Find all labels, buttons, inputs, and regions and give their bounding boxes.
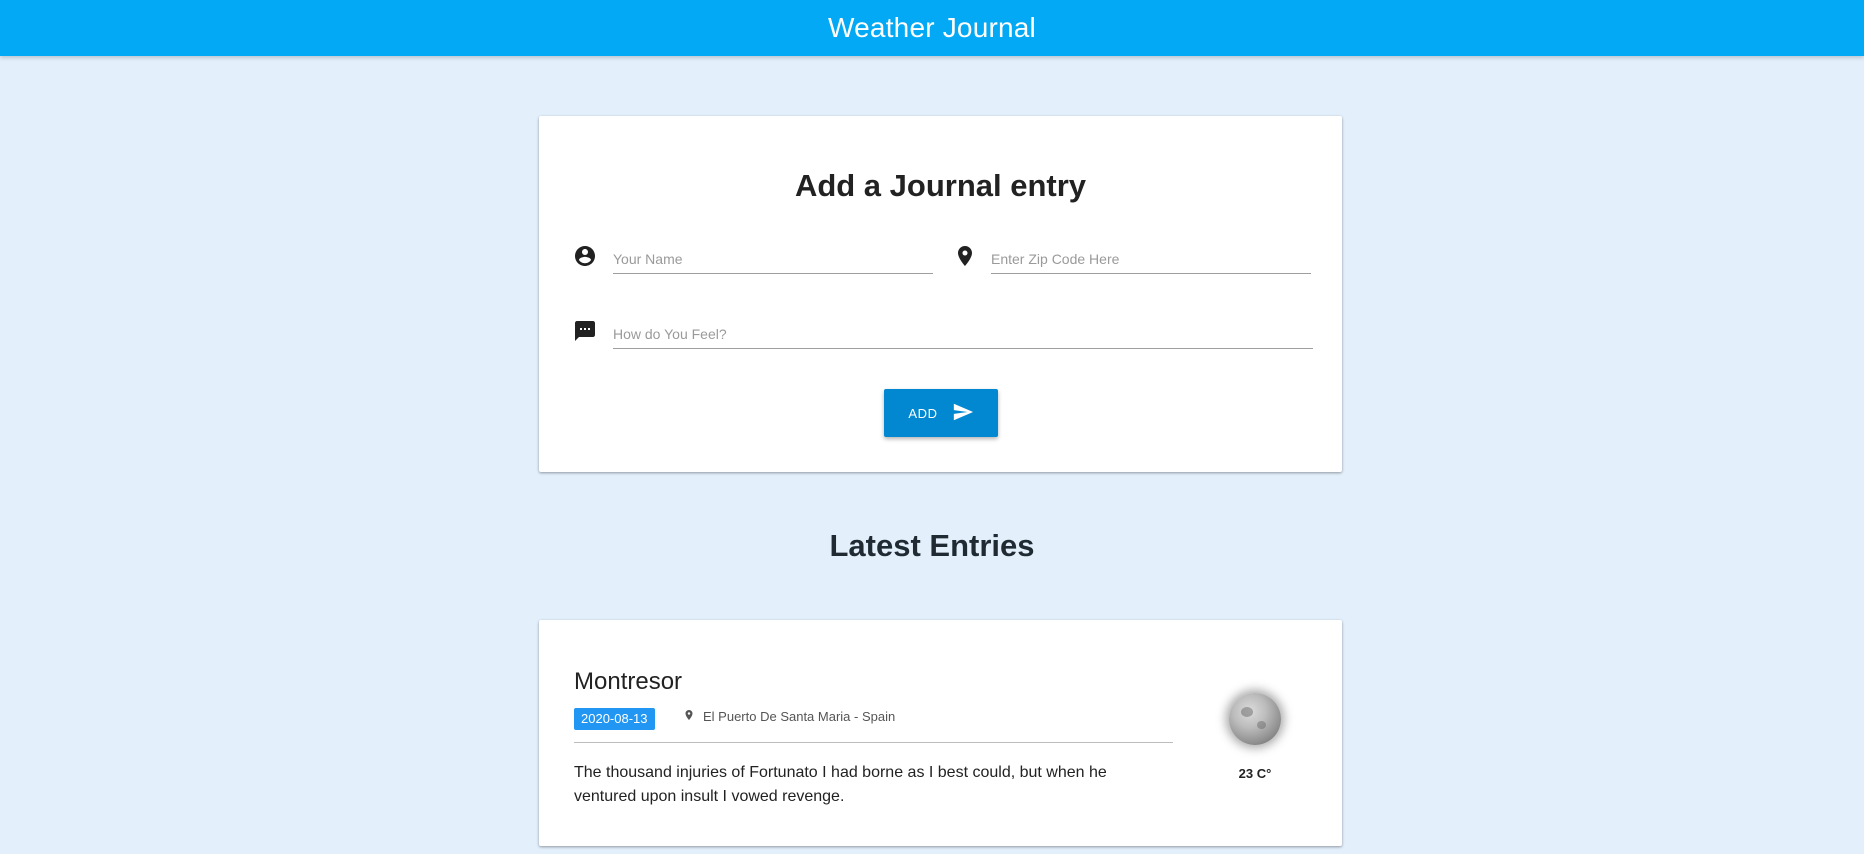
entry-text: The thousand injuries of Fortunato I had…	[574, 764, 1107, 805]
entry-location: El Puerto De Santa Maria - Spain	[683, 709, 895, 724]
entry-date-badge: 2020-08-13	[574, 708, 655, 730]
send-icon	[952, 401, 974, 426]
add-entry-card: Add a Journal entry ADD	[539, 116, 1342, 472]
add-button[interactable]: ADD	[884, 389, 998, 437]
account-circle-icon	[573, 244, 597, 268]
latest-entries-title: Latest Entries	[829, 528, 1035, 563]
feel-input[interactable]	[613, 319, 1313, 349]
app-title: Weather Journal	[828, 12, 1036, 43]
moon-icon	[1229, 693, 1281, 745]
location-pin-icon	[953, 244, 977, 268]
location-pin-icon	[683, 709, 695, 724]
form-title: Add a Journal entry	[794, 168, 1087, 203]
entry-divider	[574, 742, 1173, 743]
entry-author: Montresor	[574, 668, 683, 695]
zip-input[interactable]	[991, 244, 1311, 274]
entry-temperature: 23 C°	[1238, 766, 1272, 781]
entry-location-text: El Puerto De Santa Maria - Spain	[703, 709, 896, 724]
app-header: Weather Journal	[0, 0, 1864, 56]
chat-bubble-icon	[573, 319, 597, 343]
name-input[interactable]	[613, 244, 933, 274]
add-button-label: ADD	[908, 405, 938, 421]
entry-card: Montresor 2020-08-13 El Puerto De Santa …	[539, 620, 1342, 846]
